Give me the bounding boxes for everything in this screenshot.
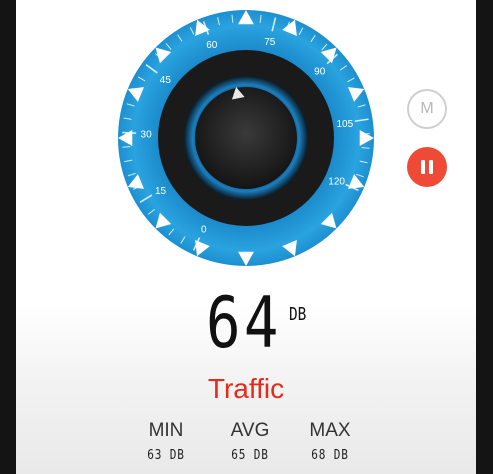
mode-button[interactable]: M — [407, 89, 447, 129]
app-screen: 0 15 30 45 60 75 90 105 120 M 64 DB Traffic MIN … — [16, 0, 476, 474]
gauge-scale-label: 75 — [264, 37, 276, 48]
stats-panel: MIN 63 DB AVG 65 DB MAX 68 DB — [126, 420, 386, 470]
current-reading: 64 DB — [16, 286, 476, 360]
stat-min: MIN 63 DB — [126, 420, 206, 463]
gauge-scale-label: 60 — [206, 40, 218, 51]
gauge-minor-tick — [361, 147, 370, 149]
pause-icon — [421, 160, 433, 174]
noise-category-label: Traffic — [207, 373, 285, 404]
stat-avg: AVG 65 DB — [210, 420, 290, 463]
stat-min-label: MIN — [148, 420, 184, 441]
stat-min-value: 63 DB — [147, 448, 185, 463]
stat-max: MAX 68 DB — [290, 420, 370, 463]
gauge-scale-label: 90 — [314, 66, 326, 77]
gauge-scale-label: 0 — [201, 225, 207, 236]
gauge-knob-inner — [195, 87, 297, 189]
reading-unit: DB — [289, 304, 307, 325]
mode-m-icon: M — [420, 100, 434, 117]
gauge-scale-label: 30 — [141, 130, 153, 141]
stat-avg-value: 65 DB — [231, 448, 269, 463]
stat-max-value: 68 DB — [311, 448, 349, 463]
gauge-scale-label: 45 — [160, 75, 172, 86]
stat-avg-label: AVG — [230, 420, 270, 441]
gauge-minor-tick — [122, 146, 131, 148]
gauge-scale-label: 120 — [328, 176, 345, 187]
reading-value: 64 — [206, 282, 282, 364]
stat-max-label: MAX — [309, 420, 351, 441]
gauge-scale-label: 105 — [336, 119, 353, 130]
sound-level-gauge: 0 15 30 45 60 75 90 105 120 — [118, 10, 374, 266]
pause-button[interactable] — [407, 147, 447, 187]
gauge-scale-label: 15 — [155, 186, 167, 197]
